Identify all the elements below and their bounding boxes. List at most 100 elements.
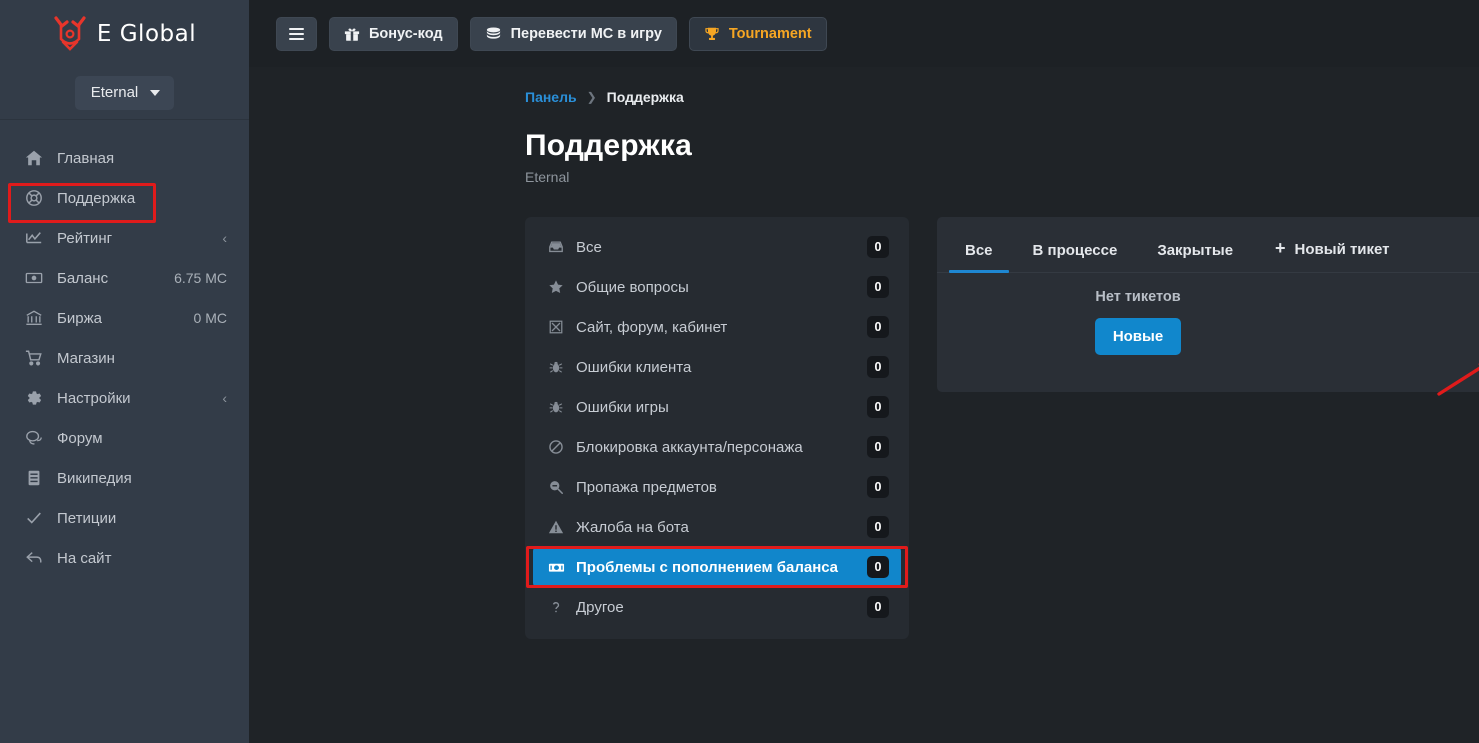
breadcrumb-root-link[interactable]: Панель [525,89,577,105]
server-selector-label: Eternal [91,84,139,101]
tournament-button[interactable]: Tournament [689,17,827,51]
sidebar-nav: Главная Поддержка Рейтинг ‹ [0,120,249,578]
sidebar-item-rating[interactable]: Рейтинг ‹ [0,218,249,258]
bug-icon [547,359,565,375]
sidebar-item-label: Баланс [57,270,160,287]
coins-icon [485,25,502,42]
sidebar-item-shop[interactable]: Магазин [0,338,249,378]
category-count-badge: 0 [867,596,889,618]
chevron-left-icon: ‹ [222,231,227,245]
category-item-general[interactable]: Общие вопросы 0 [525,267,909,307]
chart-line-icon [24,229,43,248]
brand[interactable]: E Global [0,0,249,67]
main-content: Бонус-код Перевести MC в игру Tournament… [249,0,1479,743]
sidebar: E Global Eternal Главная [0,0,249,743]
tab-all[interactable]: Все [945,243,1013,272]
star-icon [547,279,565,295]
content-area: Все 0 Общие вопросы 0 Сайт, форум, кабин… [249,185,1479,639]
category-label: Блокировка аккаунта/персонажа [576,439,856,456]
plus-icon: + [1275,239,1286,257]
sidebar-item-forum[interactable]: Форум [0,418,249,458]
banknote-icon [547,559,565,576]
sidebar-item-website[interactable]: На сайт [0,538,249,578]
home-icon [24,149,43,168]
category-item-client-errors[interactable]: Ошибки клиента 0 [525,347,909,387]
category-item-account-block[interactable]: Блокировка аккаунта/персонажа 0 [525,427,909,467]
category-label: Другое [576,599,856,616]
sidebar-item-home[interactable]: Главная [0,138,249,178]
sidebar-item-label: Форум [57,430,227,447]
toolbar: Бонус-код Перевести MC в игру Tournament [249,0,1479,67]
gear-icon [24,389,43,408]
sidebar-item-label: Биржа [57,310,180,327]
window-icon [547,319,565,335]
category-item-all[interactable]: Все 0 [525,227,909,267]
bug-icon [547,399,565,415]
new-ticket-label: Новый тикет [1295,242,1390,257]
transfer-mc-button[interactable]: Перевести MC в игру [470,17,677,51]
new-tickets-button[interactable]: Новые [1095,318,1181,355]
sidebar-item-balance[interactable]: Баланс 6.75 MC [0,258,249,298]
ticket-panel: Все В процессе Закрытые + Новый тикет Не… [937,217,1479,392]
bonus-code-label: Бонус-код [369,26,443,42]
app-root: E Global Eternal Главная [0,0,1479,743]
cart-icon [24,349,43,368]
chevron-left-icon: ‹ [222,391,227,405]
demon-logo-icon [53,15,87,53]
category-count-badge: 0 [867,516,889,538]
ticket-empty-state: Нет тикетов Новые [937,273,1479,391]
category-label: Все [576,239,856,256]
category-item-other[interactable]: Другое 0 [525,587,909,627]
sidebar-item-label: Магазин [57,350,227,367]
empty-state-text: Нет тикетов [1095,289,1180,305]
category-item-game-errors[interactable]: Ошибки игры 0 [525,387,909,427]
arrow-back-icon [24,549,43,568]
sidebar-item-support[interactable]: Поддержка [0,178,249,218]
category-label: Ошибки клиента [576,359,856,376]
check-icon [24,509,43,528]
server-selector-row: Eternal [0,67,249,120]
page-title: Поддержка [249,105,1479,163]
sidebar-item-petitions[interactable]: Петиции [0,498,249,538]
sidebar-item-label: Википедия [57,470,227,487]
trophy-icon [704,26,720,42]
category-count-badge: 0 [867,396,889,418]
category-item-site-forum-cabinet[interactable]: Сайт, форум, кабинет 0 [525,307,909,347]
breadcrumb-current: Поддержка [607,89,684,105]
sidebar-item-settings[interactable]: Настройки ‹ [0,378,249,418]
category-item-lost-items[interactable]: Пропажа предметов 0 [525,467,909,507]
bank-icon [24,309,43,328]
sidebar-item-label: Поддержка [57,190,227,207]
tab-new-ticket[interactable]: + Новый тикет [1253,240,1410,272]
brand-name: E Global [97,21,196,47]
sidebar-item-value: 0 MC [194,310,227,326]
tab-in-progress[interactable]: В процессе [1013,243,1138,272]
ticket-tabs: Все В процессе Закрытые + Новый тикет [937,217,1479,273]
category-label: Проблемы с пополнением балансa [576,559,856,576]
category-count-badge: 0 [867,236,889,258]
tab-closed[interactable]: Закрытые [1137,243,1253,272]
sidebar-item-exchange[interactable]: Биржа 0 MC [0,298,249,338]
transfer-mc-label: Перевести MC в игру [511,26,662,42]
hamburger-icon [289,28,304,40]
gift-icon [344,26,360,42]
bonus-code-button[interactable]: Бонус-код [329,17,458,51]
banknote-icon [24,269,43,288]
sidebar-item-label: Рейтинг [57,230,208,247]
sidebar-item-wiki[interactable]: Википедия [0,458,249,498]
search-minus-icon [547,479,565,495]
category-item-bot-report[interactable]: Жалоба на бота 0 [525,507,909,547]
category-label: Общие вопросы [576,279,856,296]
category-label: Жалоба на бота [576,519,856,536]
category-label: Ошибки игры [576,399,856,416]
category-count-badge: 0 [867,316,889,338]
chat-icon [24,429,43,448]
category-count-badge: 0 [867,556,889,578]
ban-icon [547,439,565,455]
sidebar-item-value: 6.75 MC [174,270,227,286]
server-selector[interactable]: Eternal [75,76,175,110]
chevron-right-icon: ❯ [587,90,597,104]
hamburger-menu-button[interactable] [276,17,317,51]
category-count-badge: 0 [867,436,889,458]
category-item-balance-problems[interactable]: Проблемы с пополнением балансa 0 [533,547,901,587]
